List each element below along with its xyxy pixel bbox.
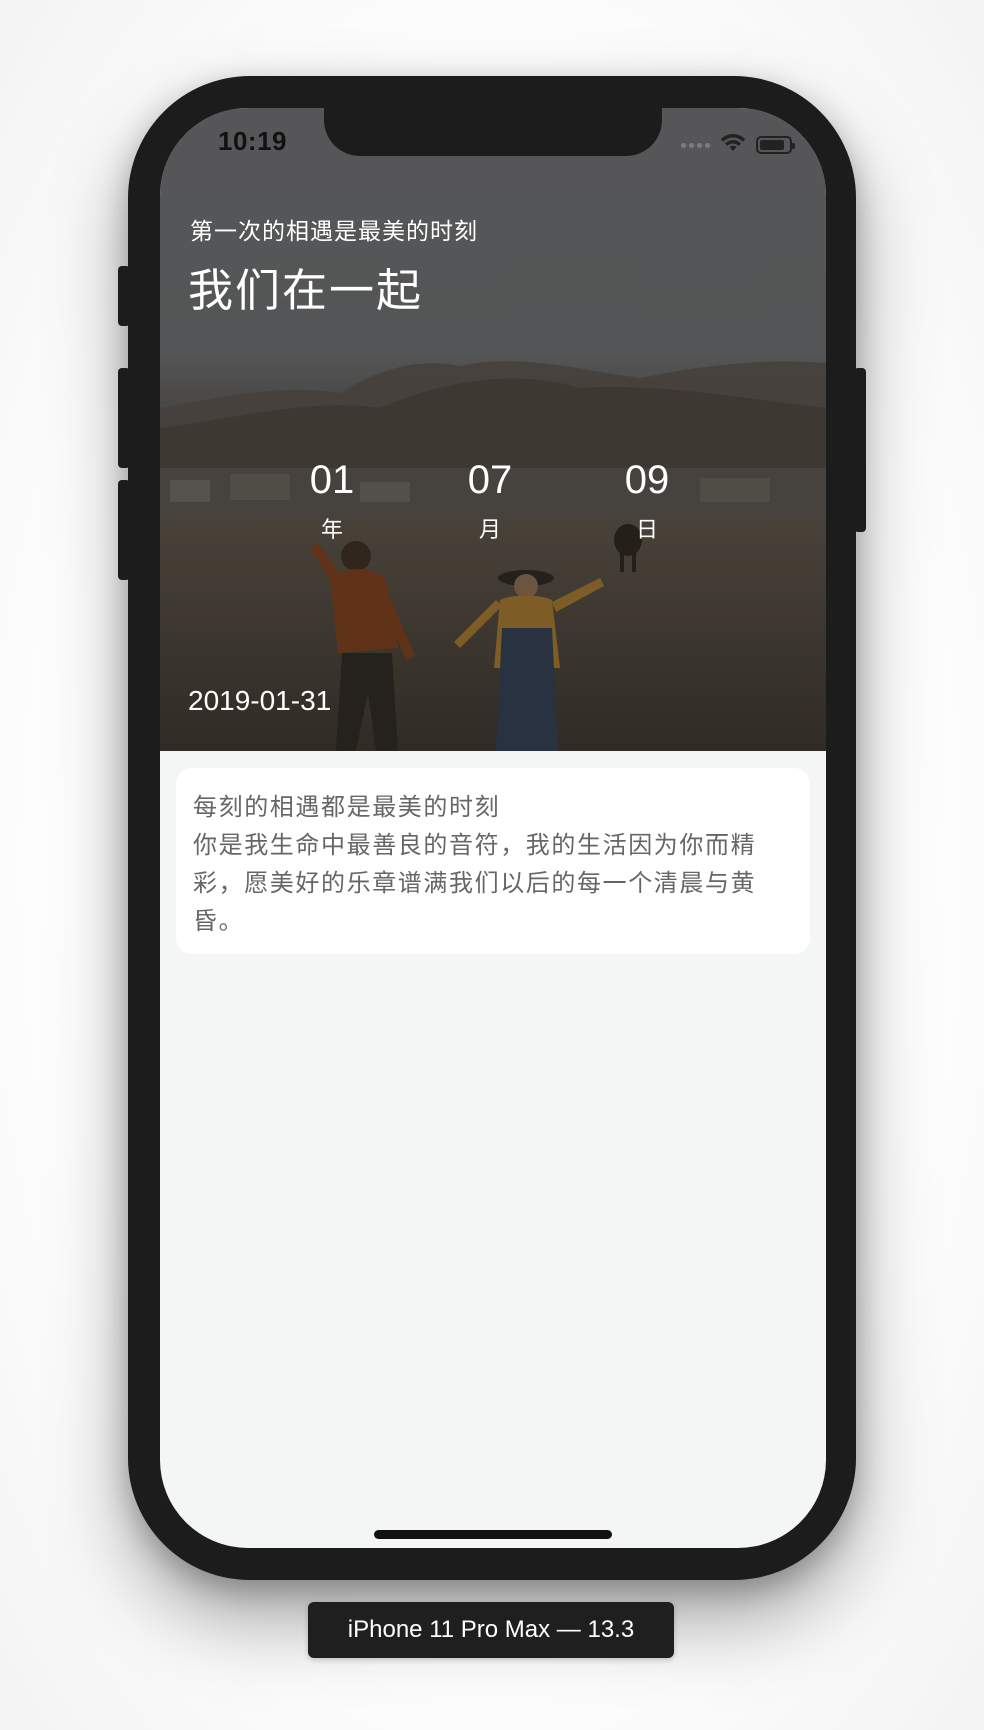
counter-days: 09 日 [597,458,697,544]
counter-years: 01 年 [282,458,382,544]
phone-screen: 10:19 第一次的相遇是最美的时刻 我们在一起 01 年 07 月 09 日 … [160,108,826,1548]
hero-title: 我们在一起 [188,264,424,317]
counter-months: 07 月 [440,458,540,544]
status-time: 10:19 [218,126,287,156]
counter-years-value: 01 [309,458,355,502]
counter-days-unit: 日 [635,518,658,543]
volume-down-button [118,480,130,580]
power-button [854,368,866,532]
counter-months-value: 07 [467,458,513,502]
device-label: iPhone 11 Pro Max — 13.3 [308,1602,674,1658]
battery-icon [756,136,795,154]
silent-switch [118,266,130,326]
anniversary-date: 2019-01-31 [188,685,332,716]
message-card: 每刻的相遇都是最美的时刻 你是我生命中最善良的音符，我的生活因为你而精 彩，愿美… [176,768,810,954]
card-line: 你是我生命中最善良的音符，我的生活因为你而精 [193,831,757,859]
phone-frame: 10:19 第一次的相遇是最美的时刻 我们在一起 01 年 07 月 09 日 … [118,76,866,1580]
counter-years-unit: 年 [320,518,343,543]
signal-dots-icon [681,142,710,148]
card-line: 彩，愿美好的乐章谱满我们以后的每一个清晨与黄 [193,869,757,897]
simulator-stage: 10:19 第一次的相遇是最美的时刻 我们在一起 01 年 07 月 09 日 … [0,0,984,1730]
notch [324,108,662,156]
hero-subtitle: 第一次的相遇是最美的时刻 [190,219,478,245]
card-line: 每刻的相遇都是最美的时刻 [193,793,501,821]
card-line: 昏。 [193,907,245,935]
home-indicator[interactable] [374,1530,612,1539]
status-icons [681,130,795,160]
hero-photo [160,108,826,751]
volume-up-button [118,368,130,468]
wifi-icon [720,133,746,157]
counter-months-unit: 月 [478,518,501,543]
counter-days-value: 09 [624,458,670,502]
